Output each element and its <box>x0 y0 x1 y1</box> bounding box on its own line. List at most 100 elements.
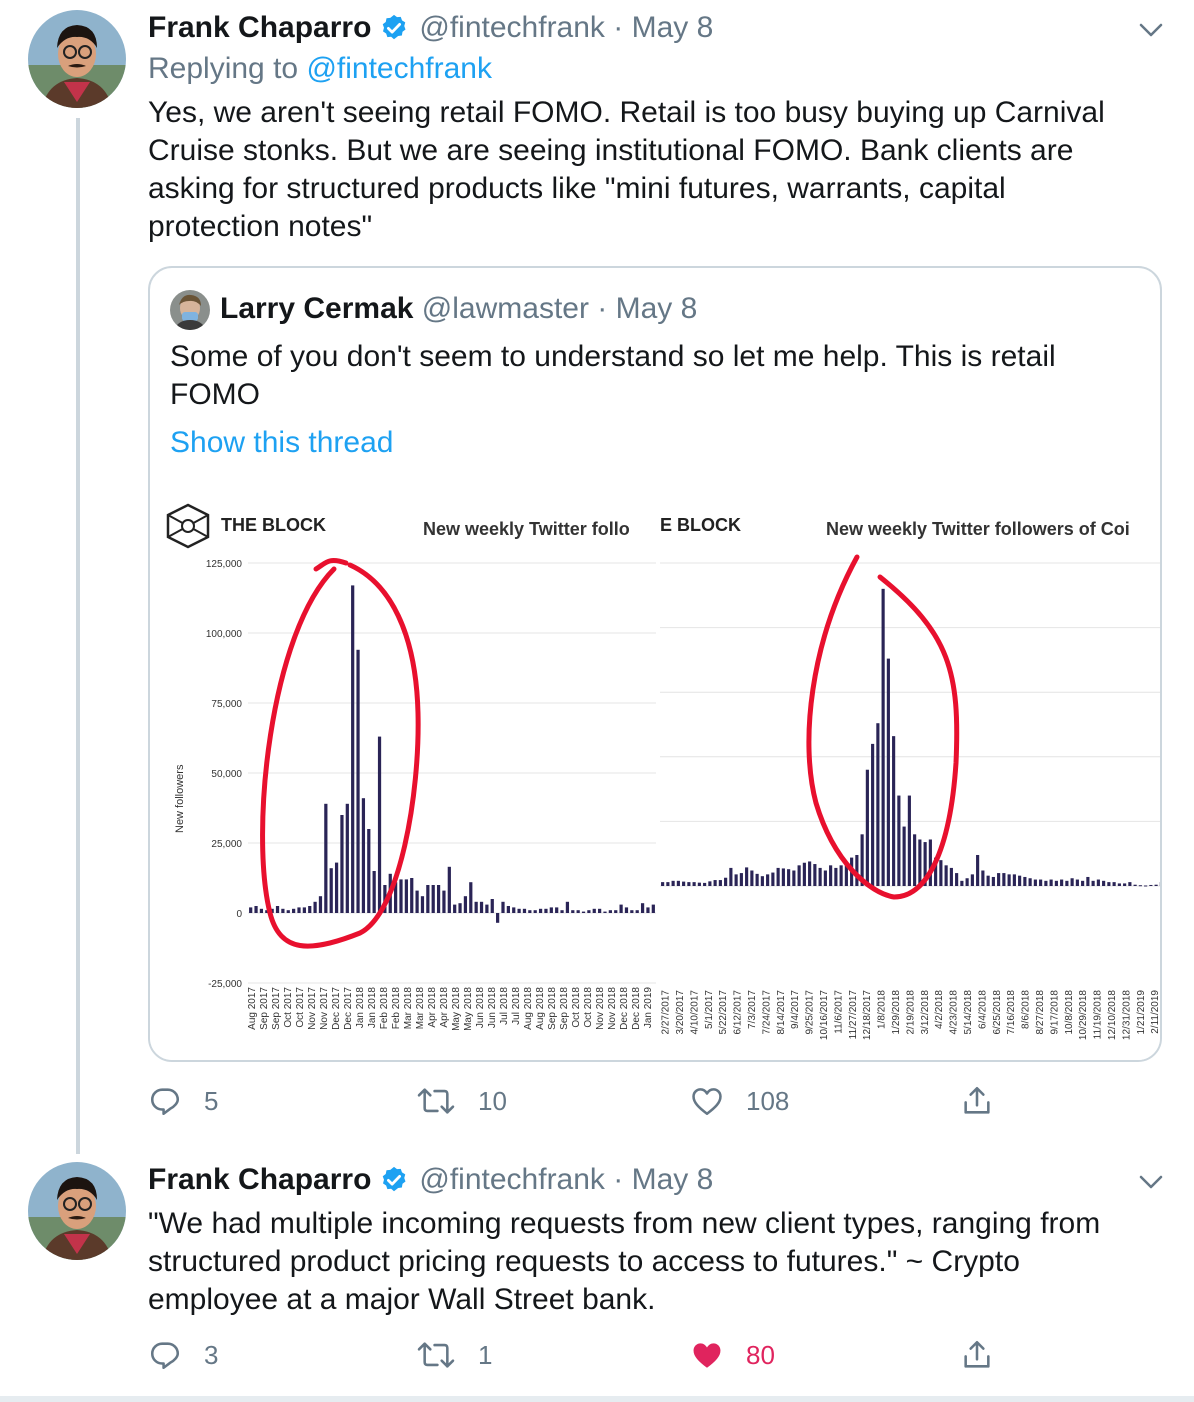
chart-brand-partial: E BLOCK <box>660 515 741 535</box>
replying-to-link[interactable]: @fintechfrank <box>306 52 492 85</box>
chart-bar <box>1133 884 1137 886</box>
share-button[interactable] <box>960 1084 994 1118</box>
quoted-media-image[interactable]: THE BLOCK New weekly Twitter follo E BLO… <box>150 493 1160 1060</box>
chart-bar <box>708 881 712 886</box>
chart-bar <box>734 874 738 886</box>
tweet-date[interactable]: May 8 <box>632 1163 714 1197</box>
x-tick-label: Jun 2018 <box>475 987 486 1029</box>
avatar[interactable] <box>28 10 126 108</box>
chart-bar <box>458 903 462 913</box>
avatar[interactable] <box>28 1162 126 1260</box>
chart-bar <box>918 839 922 886</box>
replying-to: Replying to @fintechfrank <box>148 52 492 86</box>
chart-bar <box>1107 882 1111 886</box>
x-tick-label: 3/20/2017 <box>675 990 686 1035</box>
chart-bar <box>340 815 344 913</box>
chart-bar <box>792 870 796 886</box>
chart-bar <box>776 867 780 886</box>
chart-bar <box>1149 884 1153 886</box>
like-button[interactable]: 80 <box>690 1338 775 1372</box>
tweet-text: Yes, we aren't seeing retail FOMO. Retai… <box>148 96 1105 243</box>
x-tick-label: 3/12/2018 <box>920 990 931 1035</box>
author-name[interactable]: Frank Chaparro <box>148 1163 371 1197</box>
chart-bar <box>608 910 612 913</box>
show-thread-link[interactable]: Show this thread <box>170 426 393 460</box>
chart-bar <box>1002 873 1006 886</box>
chevron-down-icon[interactable] <box>1138 22 1164 38</box>
chart-bar <box>986 875 990 886</box>
chart-bar <box>1075 879 1079 886</box>
x-tick-label: 11/19/2018 <box>1093 990 1104 1040</box>
chart-bar <box>955 873 959 886</box>
chart-bar <box>420 896 425 913</box>
chart-right-title: New weekly Twitter followers of Coi <box>826 519 1130 539</box>
chart-bar <box>249 907 253 913</box>
x-tick-label: Aug 2018 <box>535 987 546 1030</box>
chart-bar <box>802 862 806 886</box>
chart-brand: THE BLOCK <box>221 515 326 535</box>
chart-bar <box>512 907 516 913</box>
chart-bar <box>431 885 435 913</box>
like-button[interactable]: 108 <box>690 1084 789 1118</box>
chart-bar <box>646 907 650 913</box>
chart-bar <box>614 910 618 913</box>
chart-bar <box>781 868 785 886</box>
chart-bar <box>565 901 570 913</box>
chart-bar <box>281 908 285 913</box>
like-icon <box>692 1088 722 1116</box>
x-tick-label: Mar 2018 <box>415 987 426 1030</box>
x-tick-label: 1/8/2018 <box>877 990 888 1029</box>
chart-bar <box>372 871 376 913</box>
chart-bar <box>703 882 707 886</box>
x-tick-label: 4/2/2018 <box>934 990 945 1029</box>
chevron-down-icon[interactable] <box>1138 1174 1164 1190</box>
x-tick-label: 9/4/2017 <box>790 990 801 1029</box>
chart-bar <box>970 874 974 886</box>
y-tick-label: 75,000 <box>211 699 242 710</box>
chart-bar <box>671 880 675 886</box>
retweet-icon <box>417 1088 455 1114</box>
x-tick-label: 1/21/2019 <box>1136 990 1147 1035</box>
chart-bar <box>1012 874 1016 886</box>
chart-bar <box>630 910 634 913</box>
chart-bar <box>538 908 543 913</box>
chart-bar <box>724 877 728 886</box>
chart-bar <box>490 899 494 913</box>
author-handle[interactable]: @fintechfrank <box>419 1163 605 1197</box>
chart-bar <box>760 876 764 886</box>
x-tick-label: 7/16/2018 <box>1006 990 1017 1035</box>
chart-bar <box>651 904 655 913</box>
retweet-button[interactable]: 10 <box>416 1084 507 1118</box>
verified-badge-icon <box>379 13 409 43</box>
chart-bar <box>598 908 602 913</box>
quoted-author-name[interactable]: Larry Cermak <box>220 292 413 325</box>
quoted-header: Larry Cermak @lawmaster · May 8 <box>220 292 697 326</box>
chart-bar <box>944 865 948 886</box>
chart-bar <box>1102 880 1106 886</box>
like-count: 108 <box>746 1085 790 1116</box>
share-button[interactable] <box>960 1338 994 1372</box>
tweet-header: Frank Chaparro @fintechfrank · May 8 <box>148 1163 713 1197</box>
chart-bar <box>1039 879 1043 886</box>
tweet-date[interactable]: May 8 <box>632 11 714 45</box>
share-icon <box>964 1340 990 1368</box>
quoted-date[interactable]: May 8 <box>616 292 698 325</box>
chart-bar <box>1007 874 1011 886</box>
quoted-author-handle[interactable]: @lawmaster <box>422 292 589 325</box>
chart-bar <box>713 880 717 886</box>
chart-bar <box>1138 885 1142 887</box>
quoted-tweet-card[interactable]: Larry Cermak @lawmaster · May 8 Some of … <box>148 266 1162 1062</box>
x-tick-label: Jan 2019 <box>643 987 654 1029</box>
chart-bar <box>1065 880 1069 886</box>
author-name[interactable]: Frank Chaparro <box>148 11 371 45</box>
x-tick-label: 1/29/2018 <box>891 990 902 1035</box>
retweet-button[interactable]: 1 <box>416 1338 492 1372</box>
x-tick-label: Jul 2018 <box>511 987 522 1025</box>
chart-bar <box>619 904 623 913</box>
replying-prefix: Replying to <box>148 52 307 85</box>
author-handle[interactable]: @fintechfrank <box>419 11 605 45</box>
chart-bar <box>474 901 478 913</box>
reply-button[interactable]: 5 <box>148 1084 218 1118</box>
reply-button[interactable]: 3 <box>148 1338 218 1372</box>
share-icon <box>964 1086 990 1114</box>
